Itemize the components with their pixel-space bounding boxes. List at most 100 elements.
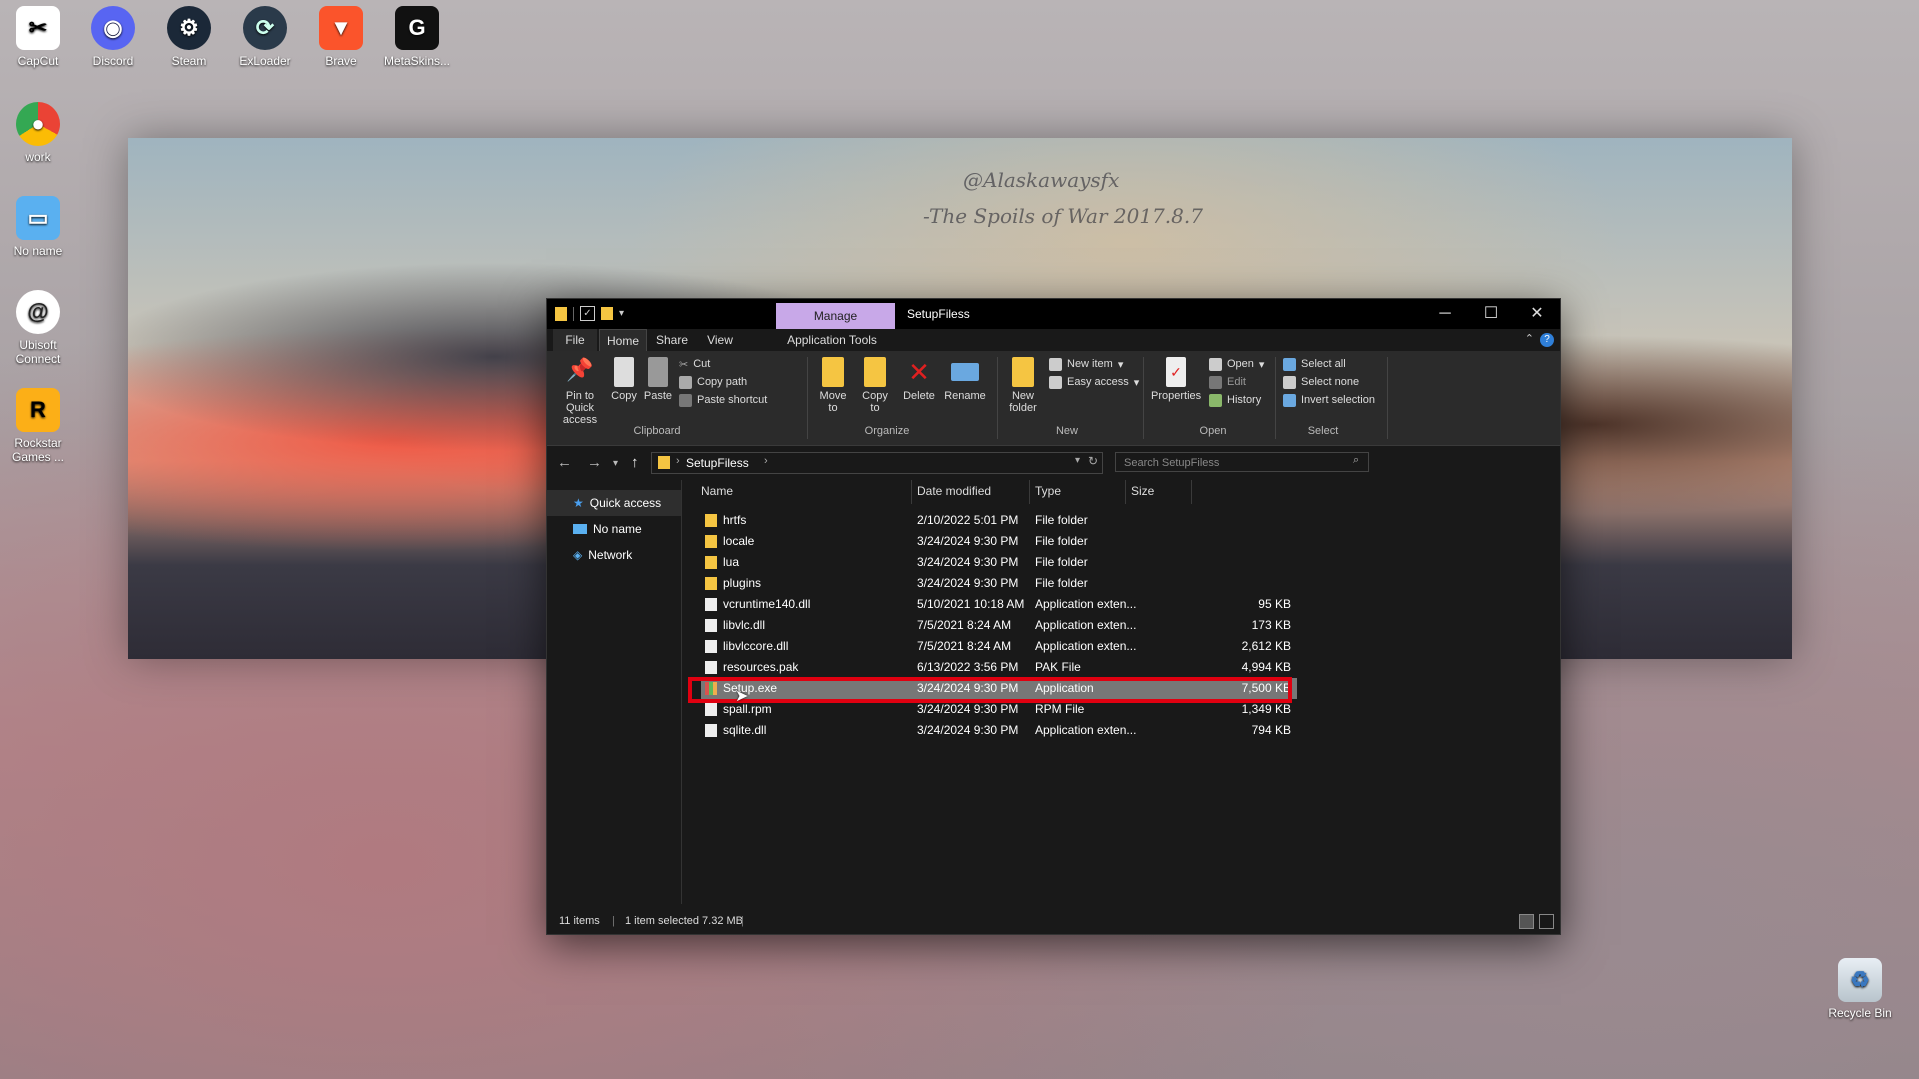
file-name: lua <box>723 555 740 569</box>
table-row[interactable]: sqlite.dll 3/24/2024 9:30 PM Application e… <box>701 720 1297 741</box>
rename-label: Rename <box>944 390 986 402</box>
new-item-button[interactable]: New item ▾ <box>1049 355 1123 373</box>
paste-button[interactable]: Paste <box>643 357 673 402</box>
manage-tab[interactable]: Manage <box>776 303 895 329</box>
desktop-icon-no-name[interactable]: ▭ No name <box>0 196 76 258</box>
qat-dropdown-icon[interactable]: ▾ <box>619 308 624 319</box>
copy-path-button[interactable]: Copy path <box>679 373 747 391</box>
new-folder-qat-icon[interactable] <box>601 307 613 320</box>
desktop-icon-ubisoft[interactable]: @ Ubisoft Connect <box>0 290 76 366</box>
pin-to-quick-access-button[interactable]: 📌 Pin to Quick access <box>551 357 609 426</box>
column-divider[interactable] <box>911 480 912 504</box>
file-date: 5/10/2021 10:18 AM <box>917 597 1025 611</box>
back-arrow-icon[interactable]: ← <box>557 454 572 471</box>
tab-file[interactable]: File <box>553 329 597 351</box>
table-row[interactable]: libvlc.dll 7/5/2021 8:24 AM Application ex… <box>701 615 1297 636</box>
file-name: plugins <box>723 576 762 590</box>
file-name: libvlccore.dll <box>723 639 789 653</box>
table-row[interactable]: lua 3/24/2024 9:30 PM File folder <box>701 552 1297 573</box>
select-none-button[interactable]: Select none <box>1283 373 1359 391</box>
quick-access-toolbar: ✓ ▾ <box>555 306 624 321</box>
desktop-icon-brave[interactable]: ▼ Brave <box>303 6 379 68</box>
delete-button[interactable]: ✕ Delete <box>901 357 937 402</box>
table-row[interactable]: libvlccore.dll 7/5/2021 8:24 AM Applicatio… <box>701 636 1297 657</box>
file-date: 7/5/2021 8:24 AM <box>917 639 1012 653</box>
desktop-icon-discord[interactable]: ◉ Discord <box>75 6 151 68</box>
table-row[interactable]: plugins 3/24/2024 9:30 PM File folder <box>701 573 1297 594</box>
column-divider[interactable] <box>1191 480 1192 504</box>
select-all-button[interactable]: Select all <box>1283 355 1346 373</box>
desktop-icon-recycle-bin[interactable]: ♻ Recycle Bin <box>1822 958 1898 1020</box>
properties-button[interactable]: ✓ Properties <box>1151 357 1201 402</box>
copy-to-button[interactable]: Copy to <box>857 357 893 414</box>
easy-access-button[interactable]: Easy access ▾ <box>1049 373 1139 391</box>
column-header-name[interactable]: Name <box>701 480 733 502</box>
details-view-icon[interactable] <box>1519 914 1534 929</box>
column-divider[interactable] <box>1125 480 1126 504</box>
rename-button[interactable]: Rename <box>943 357 987 402</box>
paste-shortcut-button[interactable]: Paste shortcut <box>679 391 767 409</box>
nav-item-label: Quick access <box>589 496 662 510</box>
forward-arrow-icon[interactable]: → <box>587 454 602 471</box>
column-header-size[interactable]: Size <box>1131 480 1154 502</box>
organize-group-label: Organize <box>864 425 910 437</box>
copy-button[interactable]: Copy <box>609 357 639 402</box>
computer-icon: ▭ <box>16 196 60 240</box>
nav-item-network[interactable]: ◈ Network <box>547 542 681 568</box>
desktop-icon-work[interactable]: ● work <box>0 102 76 164</box>
recent-locations-chevron-icon[interactable]: ▾ <box>613 458 618 469</box>
wallpaper-caption: -The Spoils of War 2017.8.7 <box>923 204 1203 228</box>
desktop-icon-rockstar[interactable]: R Rockstar Games ... <box>0 388 76 464</box>
history-button[interactable]: History <box>1209 391 1261 409</box>
properties-icon: ✓ <box>1166 357 1186 387</box>
file-type: File folder <box>1035 555 1088 569</box>
file-date: 2/10/2022 5:01 PM <box>917 513 1019 527</box>
steam-icon: ⚙ <box>167 6 211 50</box>
collapse-ribbon-icon[interactable]: ⌃ <box>1525 332 1534 345</box>
file-date: 3/24/2024 9:30 PM <box>917 723 1019 737</box>
address-row: ← → ▾ ↑ › SetupFiless › ▾ ↻ Search Setup… <box>547 446 1560 480</box>
ubisoft-icon: @ <box>16 290 60 334</box>
close-button[interactable]: ✕ <box>1514 299 1560 329</box>
open-button[interactable]: Open ▾ <box>1209 355 1264 373</box>
table-row[interactable]: resources.pak 6/13/2022 3:56 PM PAK File 4,… <box>701 657 1297 678</box>
file-icon <box>705 619 717 632</box>
address-bar[interactable]: › SetupFiless › ▾ ↻ <box>651 452 1103 474</box>
nav-item-no-name[interactable]: No name <box>547 516 681 542</box>
invert-selection-button[interactable]: Invert selection <box>1283 391 1375 409</box>
minimize-button[interactable]: ─ <box>1422 299 1468 329</box>
desktop-icon-capcut[interactable]: ✂ CapCut <box>0 6 76 68</box>
column-header-date[interactable]: Date modified <box>917 480 991 502</box>
file-icon <box>705 703 717 716</box>
properties-check-icon[interactable]: ✓ <box>580 306 595 321</box>
move-to-button[interactable]: Move to <box>815 357 851 414</box>
up-arrow-icon[interactable]: ↑ <box>631 454 639 471</box>
file-date: 7/5/2021 8:24 AM <box>917 618 1012 632</box>
desktop-icon-metaskins[interactable]: G MetaSkins... <box>379 6 455 68</box>
search-input[interactable]: Search SetupFiless <box>1115 452 1369 472</box>
tab-home[interactable]: Home <box>599 329 647 352</box>
tab-view[interactable]: View <box>697 329 743 351</box>
address-dropdown-icon[interactable]: ▾ <box>1075 455 1080 466</box>
tab-share[interactable]: Share <box>649 329 695 351</box>
nav-item-quick-access[interactable]: ★ Quick access <box>547 490 681 516</box>
mouse-cursor-icon: ➤ <box>735 688 749 705</box>
refresh-icon[interactable]: ↻ <box>1088 454 1098 468</box>
cut-button[interactable]: ✂ Cut <box>679 355 710 373</box>
tab-application-tools[interactable]: Application Tools <box>777 329 887 351</box>
column-header-type[interactable]: Type <box>1035 480 1061 502</box>
large-icons-view-icon[interactable] <box>1539 914 1554 929</box>
help-icon[interactable]: ? <box>1540 333 1554 347</box>
breadcrumb-current[interactable]: SetupFiless <box>686 456 749 470</box>
table-row[interactable]: locale 3/24/2024 9:30 PM File folder <box>701 531 1297 552</box>
table-row[interactable]: vcruntime140.dll 5/10/2021 10:18 AM Applic… <box>701 594 1297 615</box>
table-row[interactable]: hrtfs 2/10/2022 5:01 PM File folder <box>701 510 1297 531</box>
invert-selection-label: Invert selection <box>1301 394 1375 406</box>
desktop-icon-steam[interactable]: ⚙ Steam <box>151 6 227 68</box>
column-divider[interactable] <box>1029 480 1030 504</box>
item-count: 11 items <box>559 915 600 927</box>
new-folder-button[interactable]: New folder <box>1003 357 1043 414</box>
maximize-button[interactable]: ☐ <box>1468 299 1514 329</box>
edit-button[interactable]: Edit <box>1209 373 1246 391</box>
desktop-icon-exloader[interactable]: ⟳ ExLoader <box>227 6 303 68</box>
